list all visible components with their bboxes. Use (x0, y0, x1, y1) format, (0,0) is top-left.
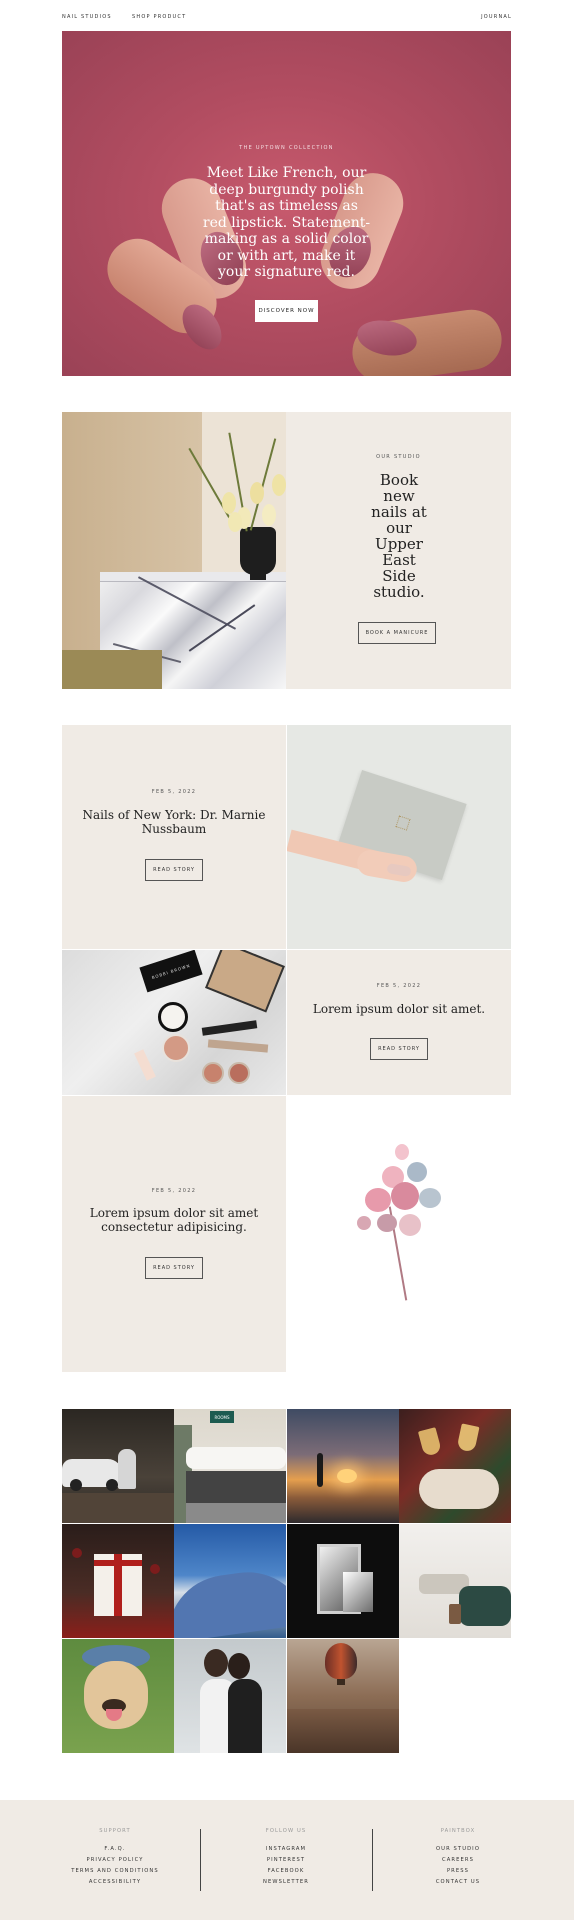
story-title: Lorem ipsum dolor sit amet consectetur a… (89, 1206, 259, 1234)
makeup-palette-label: BOBBI BROWN (139, 950, 203, 993)
hero-headline: Meet Like French, our deep burgundy poli… (202, 165, 371, 280)
studio-photo (62, 412, 286, 689)
photo-tile[interactable] (287, 1524, 399, 1638)
story-card: FEB 5, 2022 Lorem ipsum dolor sit amet c… (62, 1096, 286, 1372)
read-story-button[interactable]: READ STORY (145, 859, 203, 881)
photo-tile[interactable] (399, 1524, 511, 1638)
newsletter-link[interactable]: NEWSLETTER (211, 1877, 361, 1888)
footer-heading: PAINTBOX (440, 1828, 476, 1834)
read-story-button[interactable]: READ STORY (145, 1257, 203, 1279)
footer-support: SUPPORT F.A.Q. PRIVACY POLICY TERMS AND … (40, 1828, 190, 1888)
hero-banner: THE UPTOWN COLLECTION Meet Like French, … (62, 31, 511, 376)
room-sign: ROOMS (210, 1411, 234, 1423)
photo-tile[interactable] (62, 1409, 174, 1523)
read-story-button[interactable]: READ STORY (370, 1038, 428, 1060)
careers-link[interactable]: CAREERS (383, 1855, 533, 1866)
story-title: Nails of New York: Dr. Marnie Nussbaum (82, 808, 266, 836)
footer-heading: FOLLOW US (265, 1828, 307, 1834)
story-title: Lorem ipsum dolor sit amet. (312, 1002, 486, 1016)
studio-text-panel: OUR STUDIO Book new nails at our Upper E… (286, 412, 511, 689)
photo-tile[interactable] (399, 1409, 511, 1523)
accessibility-link[interactable]: ACCESSIBILITY (40, 1877, 190, 1888)
story-card: FEB 5, 2022 Nails of New York: Dr. Marni… (62, 725, 286, 949)
top-nav: NAIL STUDIOS SHOP PRODUCT JOURNAL (62, 10, 512, 24)
terms-link[interactable]: TERMS AND CONDITIONS (40, 1866, 190, 1877)
story-image-hand-card (287, 725, 511, 949)
footer-divider (372, 1829, 373, 1891)
press-link[interactable]: PRESS (383, 1866, 533, 1877)
instagram-link[interactable]: INSTAGRAM (211, 1844, 361, 1855)
our-studio-link[interactable]: OUR STUDIO (383, 1844, 533, 1855)
story-card: FEB 5, 2022 Lorem ipsum dolor sit amet. … (287, 950, 511, 1095)
story-date: FEB 5, 2022 (151, 789, 197, 795)
story-date: FEB 5, 2022 (376, 983, 422, 989)
faq-link[interactable]: F.A.Q. (40, 1844, 190, 1855)
photo-tile[interactable] (62, 1639, 174, 1753)
photo-tile[interactable] (62, 1524, 174, 1638)
brand-link[interactable]: NAIL STUDIOS (62, 14, 112, 20)
book-manicure-button[interactable]: BOOK A MANICURE (358, 622, 436, 644)
journal-link[interactable]: JOURNAL (481, 14, 512, 20)
site-footer: SUPPORT F.A.Q. PRIVACY POLICY TERMS AND … (0, 1800, 574, 1920)
photo-grid: ROOMS (62, 1409, 511, 1754)
contact-us-link[interactable]: CONTACT US (383, 1877, 533, 1888)
footer-paintbox: PAINTBOX OUR STUDIO CAREERS PRESS CONTAC… (383, 1828, 533, 1888)
studio-section: OUR STUDIO Book new nails at our Upper E… (62, 412, 511, 689)
photo-tile[interactable] (174, 1639, 286, 1753)
studio-headline: Book new nails at our Upper East Side st… (371, 471, 427, 601)
photo-tile[interactable] (287, 1409, 399, 1523)
photo-tile[interactable]: ROOMS (174, 1409, 286, 1523)
photo-tile[interactable] (174, 1524, 286, 1638)
footer-follow: FOLLOW US INSTAGRAM PINTEREST FACEBOOK N… (211, 1828, 361, 1888)
facebook-link[interactable]: FACEBOOK (211, 1866, 361, 1877)
story-image-makeup: BOBBI BROWN (62, 950, 286, 1095)
footer-heading: SUPPORT (99, 1828, 131, 1834)
discover-now-button[interactable]: DISCOVER NOW (255, 300, 318, 322)
shop-product-link[interactable]: SHOP PRODUCT (132, 14, 186, 20)
photo-tile[interactable] (287, 1639, 399, 1753)
story-date: FEB 5, 2022 (151, 1188, 197, 1194)
story-image-flowers (287, 1096, 511, 1372)
footer-divider (200, 1829, 201, 1891)
privacy-policy-link[interactable]: PRIVACY POLICY (40, 1855, 190, 1866)
pinterest-link[interactable]: PINTEREST (211, 1855, 361, 1866)
studio-eyebrow: OUR STUDIO (376, 454, 421, 460)
hero-eyebrow: THE UPTOWN COLLECTION (239, 145, 334, 151)
